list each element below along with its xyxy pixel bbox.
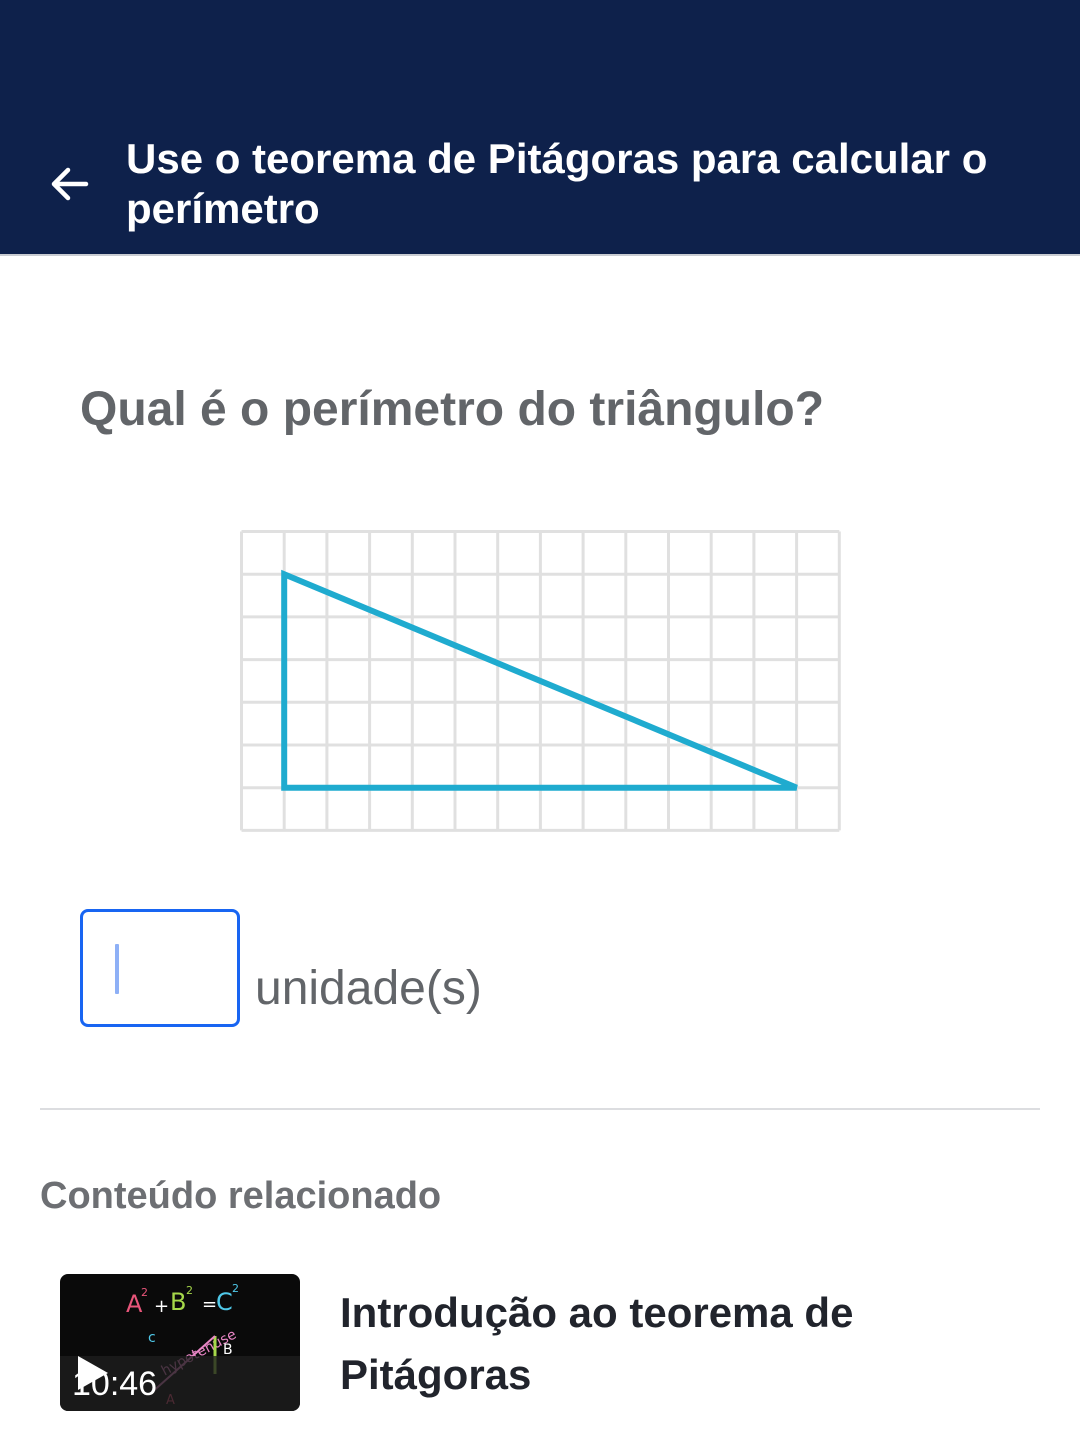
- related-content-heading: Conteúdo relacionado: [40, 1175, 442, 1217]
- answer-input[interactable]: [80, 909, 240, 1027]
- svg-text:C: C: [216, 1288, 233, 1316]
- svg-text:c: c: [148, 1330, 156, 1346]
- thumbnail-overlay: 10:46: [60, 1356, 300, 1411]
- app-header: Use o teorema de Pitágoras para calcular…: [0, 0, 1080, 256]
- question-text: Qual é o perímetro do triângulo?: [80, 383, 825, 436]
- video-title: Introdução ao teorema de Pitágoras: [340, 1289, 854, 1398]
- svg-text:=: =: [202, 1294, 217, 1315]
- section-divider: [40, 1108, 1040, 1110]
- page-title: Use o teorema de Pitágoras para calcular…: [126, 135, 988, 232]
- svg-text:+: +: [154, 1296, 169, 1317]
- arrow-left-icon: [51, 167, 89, 201]
- grid-diagram: [240, 530, 841, 832]
- svg-text:B: B: [170, 1288, 186, 1316]
- text-caret: [115, 944, 119, 994]
- svg-text:2: 2: [186, 1284, 193, 1297]
- video-thumbnail: A 2 + B 2 = C 2 c hypotenuse B A 10:46: [60, 1274, 300, 1411]
- play-icon: [78, 1356, 108, 1390]
- related-video-card[interactable]: A 2 + B 2 = C 2 c hypotenuse B A 10:46 I…: [60, 1274, 1040, 1414]
- back-button[interactable]: [44, 158, 96, 210]
- svg-text:2: 2: [232, 1282, 239, 1295]
- triangle-figure: [240, 530, 842, 838]
- unit-label: unidade(s): [255, 962, 482, 1015]
- svg-text:2: 2: [141, 1286, 148, 1299]
